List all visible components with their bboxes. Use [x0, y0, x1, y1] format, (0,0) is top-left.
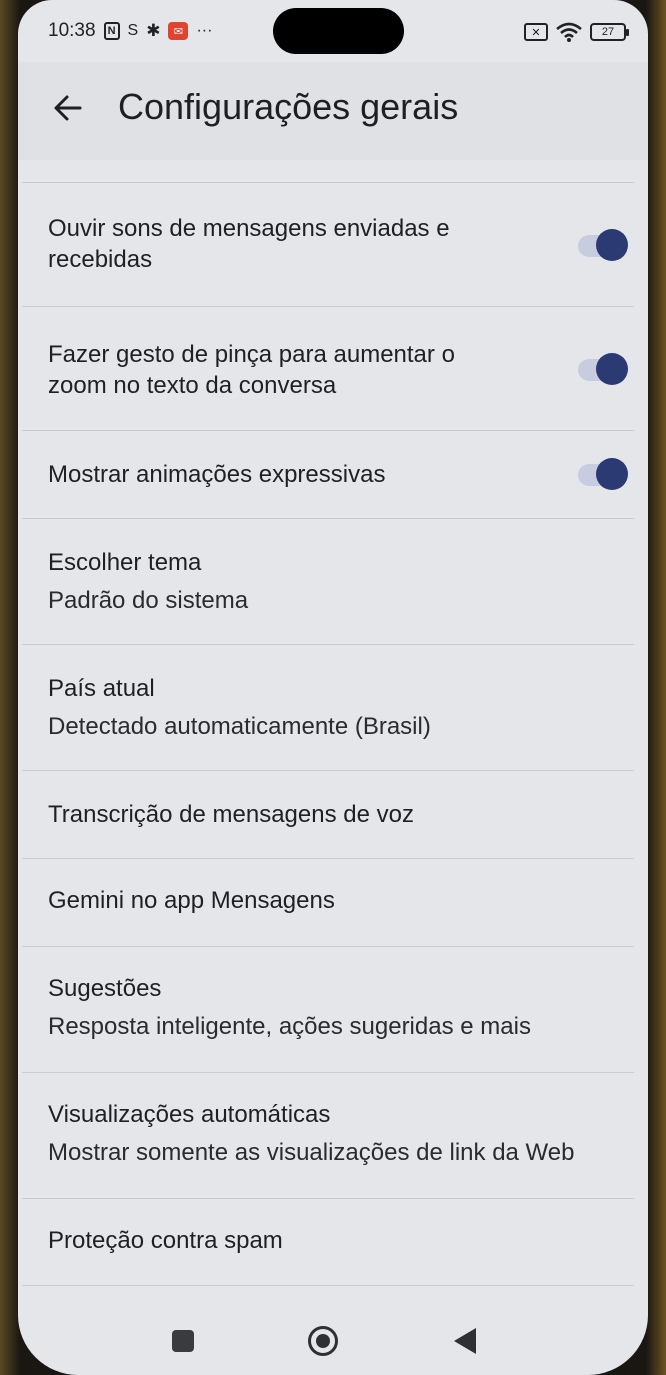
setting-title: Visualizações automáticas [48, 1101, 331, 1128]
status-time: 10:38 [48, 20, 96, 41]
setting-subtitle: Mostrar somente as visualizações de link… [48, 1139, 575, 1166]
setting-title: Proteção contra spam [48, 1227, 283, 1254]
toggle-thumb [596, 353, 628, 385]
setting-auto-previews[interactable]: Visualizações automáticas Mostrar soment… [22, 1072, 634, 1198]
setting-voice-transcription[interactable]: Transcrição de mensagens de voz [22, 770, 634, 858]
screen: 10:38 N S ✱ ✉ ··· ✕ 27 Configurações ger… [18, 0, 648, 1375]
setting-title: Fazer gesto de pinça para aumentar o [48, 341, 455, 368]
setting-spam-protection[interactable]: Proteção contra spam [22, 1198, 634, 1286]
setting-current-country[interactable]: País atual Detectado automaticamente (Br… [22, 644, 634, 770]
status-right: ✕ 27 [524, 20, 629, 44]
setting-choose-theme[interactable]: Escolher tema Padrão do sistema [22, 518, 634, 644]
sounds-toggle[interactable] [576, 228, 628, 262]
setting-title: Transcrição de mensagens de voz [48, 801, 414, 828]
setting-expressive-animations[interactable]: Mostrar animações expressivas [22, 430, 634, 518]
recents-square-icon[interactable] [172, 1330, 194, 1352]
setting-gemini[interactable]: Gemini no app Mensagens [22, 858, 634, 946]
battery-level: 27 [601, 26, 615, 38]
setting-title: Gemini no app Mensagens [48, 887, 335, 914]
setting-sent-received-sounds[interactable]: Ouvir sons de mensagens enviadas e receb… [22, 182, 634, 306]
setting-suggestions[interactable]: Sugestões Resposta inteligente, ações su… [22, 946, 634, 1072]
sim-icon: ✕ [524, 23, 548, 41]
battery-icon: 27 [590, 23, 629, 41]
system-nav-bar [18, 1300, 648, 1375]
gear-icon: ✱ [146, 21, 161, 40]
setting-title: Mostrar animações expressivas [48, 461, 386, 488]
phone-frame: 10:38 N S ✱ ✉ ··· ✕ 27 Configurações ger… [0, 0, 666, 1375]
setting-subtitle: Padrão do sistema [48, 587, 249, 614]
s-icon: S [127, 22, 139, 39]
pinch-zoom-toggle[interactable] [576, 352, 628, 386]
camera-notch [273, 8, 404, 54]
setting-title: País atual [48, 675, 155, 702]
nfc-icon: N [103, 22, 120, 40]
setting-title-line2: zoom no texto da conversa [48, 372, 337, 399]
wifi-icon [556, 22, 582, 42]
setting-title-line2: recebidas [48, 246, 153, 273]
setting-title: Sugestões [48, 975, 162, 1002]
more-icon: ··· [196, 22, 213, 39]
setting-subtitle: Resposta inteligente, ações sugeridas e … [48, 1013, 531, 1040]
toggle-thumb [596, 458, 628, 490]
status-left: 10:38 N S ✱ ✉ ··· [48, 18, 212, 44]
home-circle-icon[interactable] [308, 1326, 338, 1356]
animations-toggle[interactable] [576, 457, 628, 491]
page-title: Configurações gerais [118, 86, 459, 127]
setting-pinch-zoom[interactable]: Fazer gesto de pinça para aumentar o zoo… [22, 306, 634, 430]
status-bar: 10:38 N S ✱ ✉ ··· ✕ 27 [18, 0, 648, 62]
setting-title: Ouvir sons de mensagens enviadas e [48, 215, 450, 242]
setting-subtitle: Detectado automaticamente (Brasil) [48, 713, 431, 740]
setting-title: Escolher tema [48, 549, 202, 576]
arrow-left-icon[interactable] [48, 88, 88, 128]
toggle-thumb [596, 229, 628, 261]
back-triangle-icon[interactable] [454, 1328, 476, 1354]
app-header: Configurações gerais [18, 62, 648, 160]
mail-icon: ✉ [168, 22, 189, 40]
